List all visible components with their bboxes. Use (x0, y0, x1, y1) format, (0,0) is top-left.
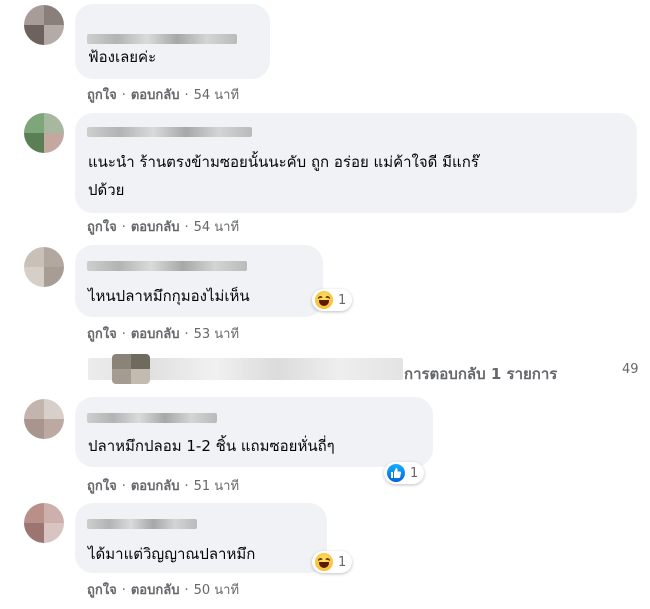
like-link[interactable]: ถูกใจ (87, 327, 117, 342)
comment-bubble: ไหนปลาหมึกกุมองไม่เห็น (75, 245, 323, 317)
avatar[interactable] (24, 113, 64, 153)
comment-text: ไหนปลาหมึกกุมองไม่เห็น (88, 287, 250, 305)
reaction-badge[interactable]: 1 (312, 551, 353, 573)
comment-timestamp[interactable]: 50 นาที (194, 583, 239, 598)
comment-text: ปลาหมึกปลอม 1-2 ชิ้น แถมซอยหั่นถี่ๆ (88, 437, 335, 455)
haha-emoji-icon (315, 291, 333, 309)
reply-avatar[interactable] (112, 354, 150, 384)
like-link[interactable]: ถูกใจ (87, 583, 117, 598)
comment-actions: ถูกใจ · ตอบกลับ · 54 นาที (87, 220, 240, 235)
comment-timestamp[interactable]: 51 นาที (194, 479, 239, 494)
like-link[interactable]: ถูกใจ (87, 479, 117, 494)
blurred-author-name[interactable] (87, 261, 247, 271)
comment-actions: ถูกใจ · ตอบกลับ · 50 นาที (87, 583, 240, 598)
comment-timestamp[interactable]: 53 นาที (194, 327, 239, 342)
avatar[interactable] (24, 503, 64, 543)
comment-bubble: แนะนำ ร้านตรงข้ามซอยนั้นนะคับ ถูก อร่อย … (75, 113, 637, 213)
comment-bubble: ฟ้องเลยค่ะ (75, 4, 270, 79)
comment-actions: ถูกใจ · ตอบกลับ · 53 นาที (87, 327, 240, 342)
reply-link[interactable]: ตอบกลับ (131, 479, 180, 494)
comment-text-line-1: แนะนำ ร้านตรงข้ามซอยนั้นนะคับ ถูก อร่อย … (88, 153, 479, 171)
reaction-badge[interactable]: 1 (312, 289, 353, 311)
blurred-author-name[interactable] (87, 127, 252, 137)
comment-actions: ถูกใจ · ตอบกลับ · 54 นาที (87, 88, 240, 103)
comment-bubble: ได้มาแต่วิญญาณปลาหมึก (75, 503, 327, 573)
comment-text: ฟ้องเลยค่ะ (88, 48, 157, 66)
avatar[interactable] (24, 399, 64, 439)
reaction-count: 1 (338, 554, 347, 570)
comment-bubble: ปลาหมึกปลอม 1-2 ชิ้น แถมซอยหั่นถี่ๆ (75, 397, 433, 467)
reply-link[interactable]: ตอบกลับ (131, 583, 180, 598)
like-link[interactable]: ถูกใจ (87, 88, 117, 103)
blurred-author-name[interactable] (87, 34, 237, 44)
comment-timestamp[interactable]: 54 นาที (194, 88, 239, 103)
reply-link[interactable]: ตอบกลับ (131, 327, 180, 342)
comment-actions: ถูกใจ · ตอบกลับ · 51 นาที (87, 479, 240, 494)
comment-timestamp[interactable]: 54 นาที (194, 220, 239, 235)
reaction-count: 1 (410, 465, 419, 481)
reaction-badge[interactable]: 1 (384, 462, 425, 484)
haha-emoji-icon (315, 553, 333, 571)
blurred-author-name[interactable] (87, 413, 217, 423)
reaction-count: 1 (338, 292, 347, 308)
like-thumb-icon (387, 464, 405, 482)
reply-link[interactable]: ตอบกลับ (131, 220, 180, 235)
like-link[interactable]: ถูกใจ (87, 220, 117, 235)
blurred-author-name[interactable] (87, 519, 197, 529)
view-replies-link[interactable]: การตอบกลับ 1 รายการ (404, 362, 557, 386)
comment-text-line-2: ปด้วย (88, 181, 125, 199)
avatar[interactable] (24, 5, 64, 45)
replies-timestamp: 49 (622, 362, 639, 377)
avatar[interactable] (24, 247, 64, 287)
reply-link[interactable]: ตอบกลับ (131, 88, 180, 103)
comment-text: ได้มาแต่วิญญาณปลาหมึก (88, 545, 256, 563)
